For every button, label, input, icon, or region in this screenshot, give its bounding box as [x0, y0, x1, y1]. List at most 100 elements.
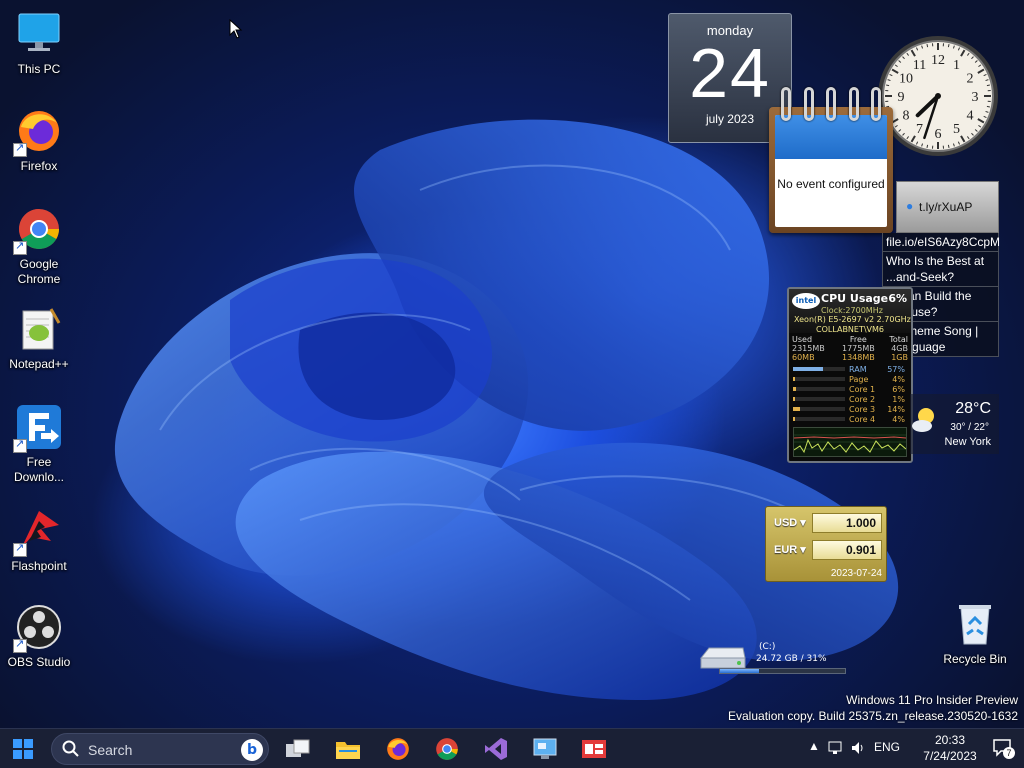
cpu-bar-value: 4% [892, 414, 905, 424]
svg-text:6: 6 [935, 127, 942, 142]
chrome-icon [436, 738, 458, 760]
firefox-icon [13, 107, 63, 157]
notepadpp-icon [15, 305, 63, 353]
taskbar: Search b ▲ ENG 20:33 7/24/2023 7 [0, 728, 1024, 768]
cpu-bar-row: Core 2 1% [793, 394, 907, 404]
desktop[interactable]: This PC Firefox Google Chrome Notepad++ … [0, 0, 1024, 728]
cpu-bar-value: 14% [887, 404, 905, 414]
cpu-bar-name: Core 4 [849, 414, 876, 424]
svg-text:10: 10 [899, 72, 913, 87]
news-header-link[interactable]: t.ly/rXuAP [919, 200, 972, 214]
clock-area[interactable]: 20:33 7/24/2023 [920, 732, 980, 764]
event-card: No event configured [769, 107, 893, 233]
svg-text:4: 4 [967, 109, 974, 124]
currency-gadget[interactable]: USD ▾ 1.000 EUR ▾ 0.901 2023-07-24 [765, 506, 887, 582]
desktop-icon-label: Notepad++ [9, 357, 69, 371]
taskbar-media-app[interactable] [578, 733, 610, 765]
cpu-bar-value: 57% [887, 364, 905, 374]
desktop-icon-obs[interactable]: OBS Studio [1, 603, 77, 670]
desktop-icon-this-pc[interactable]: This PC [1, 10, 77, 77]
cpu-clock: Clock:2700MHz [821, 306, 883, 315]
taskbar-control-panel[interactable] [529, 733, 561, 765]
memory-header: Total [889, 335, 908, 344]
folder-icon [336, 742, 360, 759]
control-panel-icon [533, 738, 557, 759]
cpu-bar-row: Core 4 4% [793, 414, 907, 424]
memory-cell: 2315MB [792, 344, 825, 353]
shortcut-arrow-icon [13, 437, 27, 453]
task-view-button[interactable] [282, 733, 314, 765]
cpu-bar-name: RAM [849, 364, 867, 374]
weather-gadget[interactable]: 28°C 30° / 22° New York [910, 394, 999, 454]
obs-icon [13, 603, 63, 653]
windows-logo-icon [13, 739, 33, 759]
event-paper: No event configured [775, 115, 887, 227]
desktop-icon-flashpoint[interactable]: Flashpoint [1, 507, 77, 574]
cpu-bar-value: 4% [892, 374, 905, 384]
memory-cell: 1GB [891, 353, 908, 362]
cpu-header: intel CPU Usage 6% Clock:2700MHz Xeon(R)… [789, 289, 911, 334]
desktop-icon-chrome[interactable]: Google Chrome [1, 205, 77, 287]
weather-temperature: 28°C [955, 400, 991, 417]
notification-center-button[interactable]: 7 [992, 737, 1015, 762]
drive-usage-bar [719, 668, 846, 674]
currency-code-dropdown[interactable]: USD ▾ [774, 516, 806, 529]
search-icon [62, 740, 80, 758]
recycle-bin-icon [951, 600, 999, 648]
monitor-icon [15, 10, 63, 58]
news-header[interactable]: ● t.ly/rXuAP [896, 181, 999, 233]
cpu-model: Xeon(R) E5-2697 v2 2.70GHz [794, 315, 911, 324]
news-item[interactable]: file.io/eIS6Azy8CcpM [882, 233, 1000, 252]
cpu-usage-gadget[interactable]: intel CPU Usage 6% Clock:2700MHz Xeon(R)… [787, 287, 913, 463]
cpu-bar-name: Core 3 [849, 404, 876, 414]
shortcut-arrow-icon [13, 541, 27, 557]
news-item[interactable]: Who Is the Best at ...and-Seek? [882, 252, 999, 287]
taskbar-visual-studio[interactable] [480, 733, 512, 765]
weather-range: 30° / 22° [950, 422, 989, 433]
currency-row-usd[interactable]: USD ▾ 1.000 [770, 513, 884, 533]
volume-icon[interactable] [850, 740, 866, 759]
cpu-bar-fill [793, 387, 796, 391]
evaluation-watermark: Windows 11 Pro Insider Preview Evaluatio… [728, 692, 1018, 724]
desktop-icon-firefox[interactable]: Firefox [1, 107, 77, 174]
currency-value-input[interactable]: 0.901 [812, 540, 882, 560]
flashpoint-icon [13, 507, 63, 557]
drive-usage-fill [720, 669, 759, 673]
desktop-icon-notepadpp[interactable]: Notepad++ [1, 305, 77, 372]
mouse-cursor-icon [229, 18, 243, 42]
taskbar-firefox[interactable] [382, 733, 414, 765]
memory-cell: 60MB [792, 353, 815, 362]
start-button[interactable] [7, 733, 39, 765]
drive-gadget[interactable]: (C:) 24.72 GB / 31% [697, 640, 849, 680]
memory-cell: 1348MB [842, 353, 875, 362]
show-hidden-icons-button[interactable]: ▲ [808, 739, 820, 753]
event-text: No event configured [777, 177, 885, 191]
network-icon[interactable] [828, 740, 844, 759]
weather-city: New York [944, 436, 991, 448]
cpu-bar-name: Core 1 [849, 384, 876, 394]
taskbar-chrome[interactable] [431, 733, 463, 765]
language-indicator[interactable]: ENG [874, 740, 900, 754]
search-box[interactable]: Search b [51, 733, 269, 765]
memory-table: Used Free Total 2315MB 1775MB 4GB 60MB 1… [789, 335, 911, 362]
sun-cloud-icon [912, 404, 936, 434]
event-gadget[interactable]: No event configured [767, 87, 895, 235]
currency-row-eur[interactable]: EUR ▾ 0.901 [770, 540, 884, 560]
search-placeholder: Search [88, 742, 133, 758]
cpu-bar-name: Core 2 [849, 394, 876, 404]
bing-icon[interactable]: b [241, 739, 263, 761]
visual-studio-icon [485, 738, 507, 760]
desktop-icon-label: Recycle Bin [943, 652, 1007, 666]
globe-icon: ● [906, 199, 914, 213]
tray-time: 20:33 [934, 733, 966, 747]
desktop-icon-label: Flashpoint [11, 559, 67, 573]
currency-value-input[interactable]: 1.000 [812, 513, 882, 533]
media-app-icon [582, 740, 606, 758]
svg-text:12: 12 [931, 53, 945, 68]
desktop-icon-recycle-bin[interactable]: Recycle Bin [937, 600, 1013, 667]
taskbar-file-explorer[interactable] [332, 733, 364, 765]
desktop-icon-free-download-manager[interactable]: Free Downlo... [1, 403, 77, 485]
cpu-bar-fill [793, 417, 795, 421]
currency-code-dropdown[interactable]: EUR ▾ [774, 543, 806, 556]
cpu-bars: RAM 57% Page 4% Core 1 6% Core 2 1% Core 3 14% Cor… [789, 362, 911, 424]
